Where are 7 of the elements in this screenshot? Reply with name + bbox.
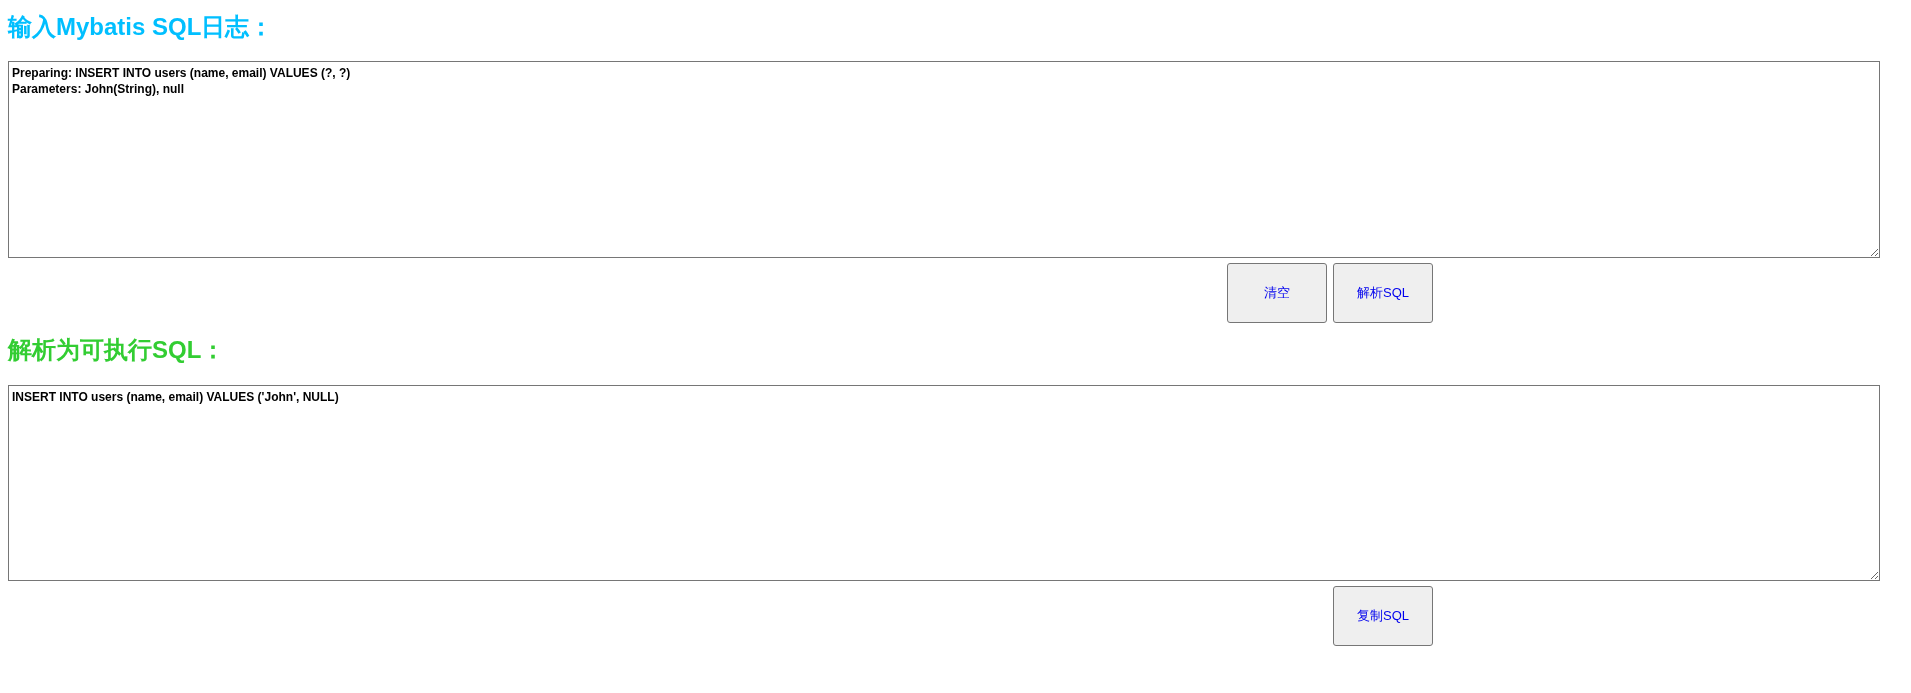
log-input-field[interactable]: Preparing: INSERT INTO users (name, email) VALUES (?, ?) Parameters: John(String), null: [8, 61, 1880, 258]
copy-button[interactable]: 复制SQL: [1333, 586, 1433, 646]
parse-button[interactable]: 解析SQL: [1333, 263, 1433, 323]
clear-button[interactable]: 清空: [1227, 263, 1327, 323]
section-heading: 输入Mybatis SQL日志：: [8, 12, 274, 41]
sql-output-field[interactable]: INSERT INTO users (name, email) VALUES ('John', NULL): [8, 385, 1880, 581]
section-heading: 解析为可执行SQL：: [8, 335, 226, 364]
